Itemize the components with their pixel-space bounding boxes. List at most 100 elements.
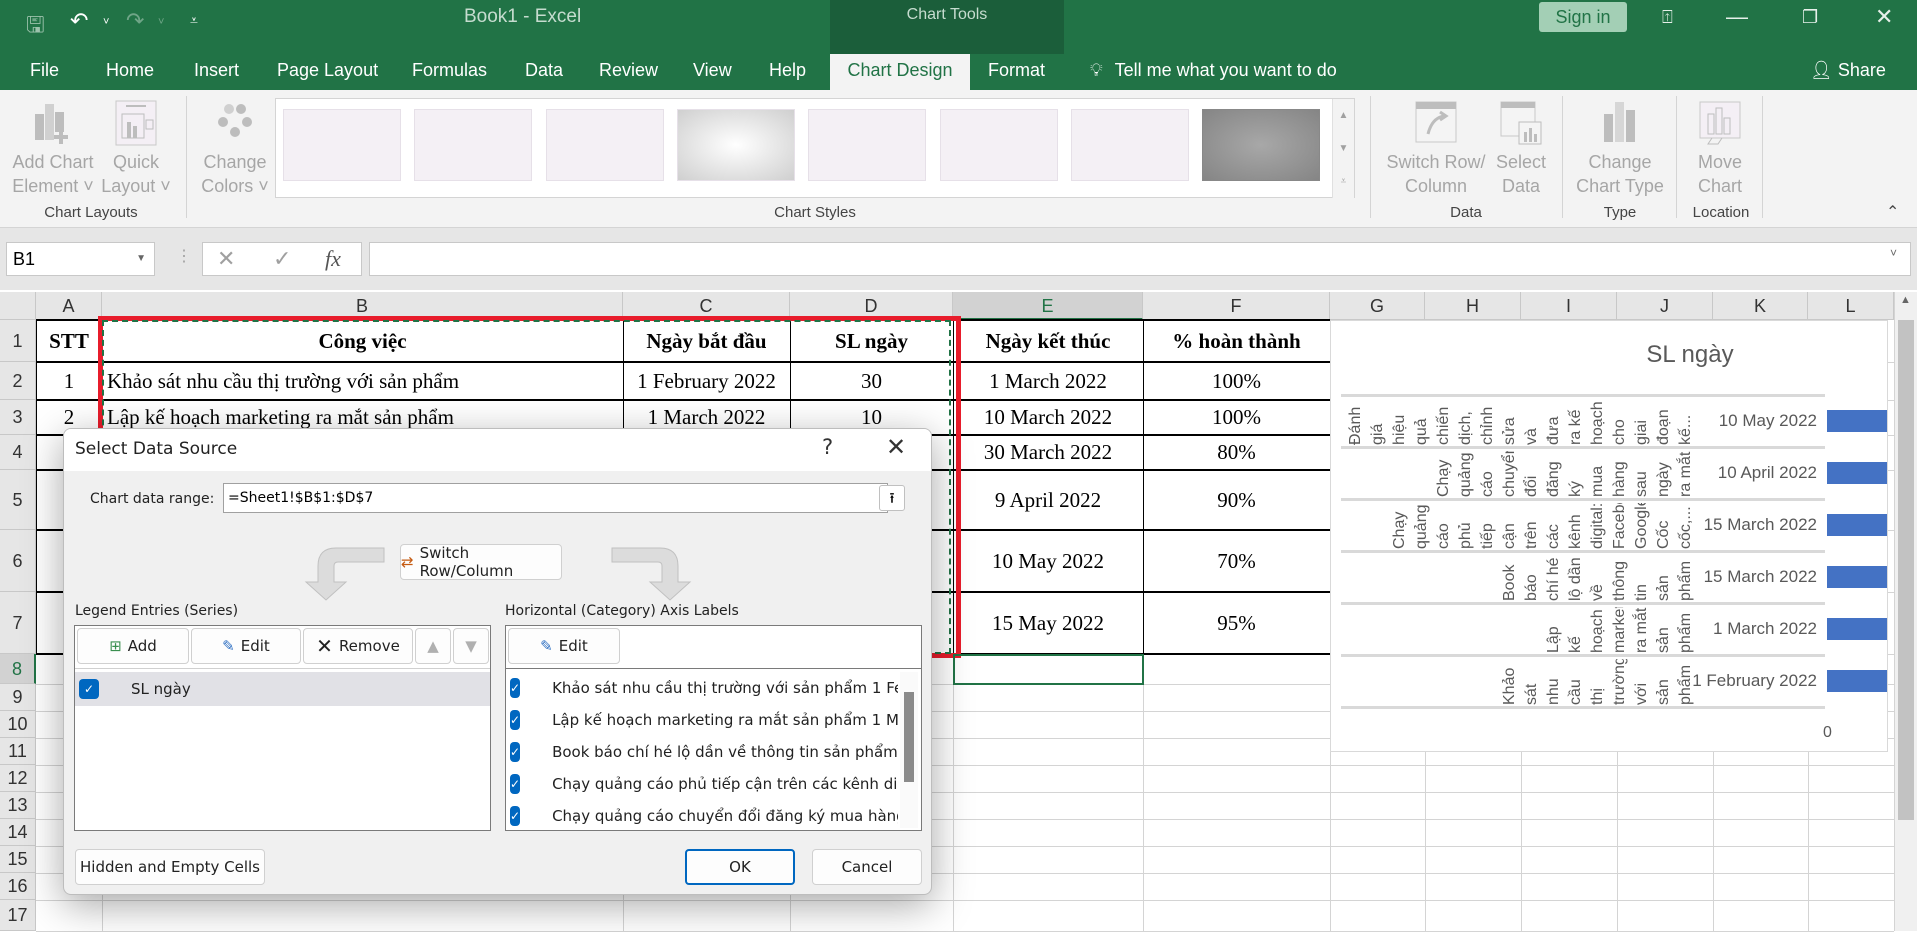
cell-e4[interactable]: 30 March 2022	[954, 436, 1142, 469]
select-data-button[interactable]: Select Data	[1492, 90, 1550, 198]
edit-axis-labels-button[interactable]: ✎ Edit	[508, 628, 620, 664]
series-item[interactable]: ✓ SL ngày	[75, 672, 490, 706]
collapse-ribbon-icon[interactable]: ⌃	[1886, 202, 1899, 222]
bar-chart[interactable]: SL ngày 0510Đánh giá hiệu quả chiến dịch…	[1330, 320, 1888, 752]
row-header-6[interactable]: 6	[0, 530, 36, 592]
row-header-5[interactable]: 5	[0, 470, 36, 530]
cell-f4[interactable]: 80%	[1144, 436, 1329, 469]
chart-style-5[interactable]	[808, 109, 926, 181]
bar-2[interactable]	[1827, 618, 1887, 640]
cell-f6[interactable]: 70%	[1144, 531, 1329, 591]
axis-label-checkbox[interactable]: ✓	[510, 742, 521, 762]
tab-insert[interactable]: Insert	[190, 54, 243, 90]
row-header-3[interactable]: 3	[0, 400, 36, 435]
column-header-k[interactable]: K	[1713, 292, 1808, 320]
row-header-14[interactable]: 14	[0, 819, 36, 846]
header-stt[interactable]: STT	[37, 321, 101, 361]
axis-label-checkbox[interactable]: ✓	[510, 710, 521, 730]
axis-list-scrollbar[interactable]	[900, 672, 918, 828]
switch-row-column-button[interactable]: Switch Row/ Column	[1380, 90, 1492, 198]
vertical-scrollbar[interactable]: ▲	[1894, 292, 1917, 931]
header-ngay-ket-thuc[interactable]: Ngày kết thúc	[954, 321, 1142, 361]
scrollbar-thumb[interactable]	[1898, 320, 1914, 820]
row-header-4[interactable]: 4	[0, 435, 36, 470]
axis-label-item[interactable]: ✓ Lập kế hoạch marketing ra mắt sản phẩm …	[506, 704, 898, 736]
axis-label-item[interactable]: ✓ Chạy quảng cáo phủ tiếp cận trên các kê…	[506, 768, 898, 800]
header-hoan-thanh[interactable]: % hoàn thành	[1144, 321, 1329, 361]
axis-label-checkbox[interactable]: ✓	[510, 678, 521, 698]
tab-formulas[interactable]: Formulas	[408, 54, 491, 90]
row-header-10[interactable]: 10	[0, 711, 36, 738]
gallery-scroll-up-icon[interactable]: ▲	[1332, 99, 1354, 132]
bar-5[interactable]	[1827, 462, 1887, 484]
tab-view[interactable]: View	[689, 54, 736, 90]
bar-6[interactable]	[1827, 410, 1887, 432]
expand-formula-bar-icon[interactable]: ˅	[1890, 246, 1897, 260]
save-icon[interactable]: 🖫	[26, 8, 45, 46]
restore-icon[interactable]: ❐	[1802, 7, 1818, 28]
cell-f3[interactable]: 100%	[1144, 401, 1329, 434]
share-button[interactable]: 👤︎ Share	[1810, 54, 1886, 90]
tab-data[interactable]: Data	[521, 54, 567, 90]
row-header-9[interactable]: 9	[0, 684, 36, 711]
move-chart-button[interactable]: Move Chart	[1684, 90, 1756, 198]
chart-style-6[interactable]	[940, 109, 1058, 181]
row-header-15[interactable]: 15	[0, 846, 36, 873]
switch-row-column-dialog-button[interactable]: ⇄ Switch Row/Column	[400, 544, 562, 580]
column-header-g[interactable]: G	[1330, 292, 1425, 320]
move-down-button[interactable]: ▼	[453, 628, 489, 664]
undo-dropdown-icon[interactable]: ˅	[103, 16, 109, 28]
bar-3[interactable]	[1827, 566, 1887, 588]
column-header-j[interactable]: J	[1617, 292, 1713, 320]
chart-style-2[interactable]	[414, 109, 532, 181]
column-header-a[interactable]: A	[36, 292, 102, 320]
formula-input[interactable]	[369, 242, 1911, 276]
row-header-16[interactable]: 16	[0, 873, 36, 900]
series-checkbox[interactable]: ✓	[79, 679, 99, 699]
tab-page-layout[interactable]: Page Layout	[273, 54, 382, 90]
cell-e5[interactable]: 9 April 2022	[954, 471, 1142, 529]
cell-a2[interactable]: 1	[37, 363, 101, 399]
axis-list-scroll-thumb[interactable]	[904, 692, 914, 782]
row-header-1[interactable]: 1	[0, 320, 36, 362]
axis-label-item[interactable]: ✓ Chạy quảng cáo chuyển đổi đăng ký mua h…	[506, 800, 898, 832]
tab-chart-design[interactable]: Chart Design	[830, 54, 970, 90]
close-window-icon[interactable]: ✕	[1875, 4, 1893, 30]
gallery-more-icon[interactable]: ⩡	[1332, 165, 1354, 198]
cancel-button[interactable]: Cancel	[812, 849, 922, 885]
cell-e7[interactable]: 15 May 2022	[954, 593, 1142, 653]
tab-home[interactable]: Home	[102, 54, 158, 90]
name-box[interactable]: B1 ▼	[6, 242, 155, 276]
column-header-l[interactable]: L	[1808, 292, 1894, 320]
chart-data-range-input[interactable]: =Sheet1!$B$1:$D$7	[223, 483, 888, 513]
help-icon[interactable]: ?	[822, 435, 833, 459]
move-up-button[interactable]: ▲	[415, 628, 451, 664]
column-header-f[interactable]: F	[1143, 292, 1330, 320]
row-header-12[interactable]: 12	[0, 765, 36, 792]
chart-style-4[interactable]	[677, 109, 795, 181]
add-series-button[interactable]: ⊞ Add	[77, 628, 189, 664]
cell-f7[interactable]: 95%	[1144, 593, 1329, 653]
select-all-corner[interactable]	[0, 292, 36, 320]
chart-style-3[interactable]	[546, 109, 664, 181]
remove-series-button[interactable]: ✕ Remove	[303, 628, 413, 664]
quick-layout-button[interactable]: Quick Layout ˅	[100, 90, 172, 198]
tell-me-search[interactable]: 💡︎ Tell me what you want to do	[1090, 54, 1337, 90]
column-header-i[interactable]: I	[1521, 292, 1617, 320]
chart-style-8[interactable]	[1202, 109, 1320, 181]
confirm-entry-icon[interactable]: ✓	[273, 246, 291, 272]
cell-e2[interactable]: 1 March 2022	[954, 363, 1142, 399]
chart-title[interactable]: SL ngày	[1331, 341, 1889, 369]
row-header-13[interactable]: 13	[0, 792, 36, 819]
row-header-8[interactable]: 8	[0, 654, 36, 684]
tab-help[interactable]: Help	[765, 54, 810, 90]
ok-button[interactable]: OK	[685, 849, 795, 885]
axis-label-checkbox[interactable]: ✓	[510, 806, 521, 826]
axis-label-item[interactable]: ✓ Book báo chí hé lộ dần về thông tin sản…	[506, 736, 898, 768]
tab-review[interactable]: Review	[595, 54, 662, 90]
undo-icon[interactable]: ↶	[70, 8, 88, 34]
cell-f5[interactable]: 90%	[1144, 471, 1329, 529]
minimize-icon[interactable]: —	[1726, 4, 1748, 30]
edit-series-button[interactable]: ✎ Edit	[191, 628, 301, 664]
change-colors-button[interactable]: Change Colors ˅	[196, 90, 274, 198]
